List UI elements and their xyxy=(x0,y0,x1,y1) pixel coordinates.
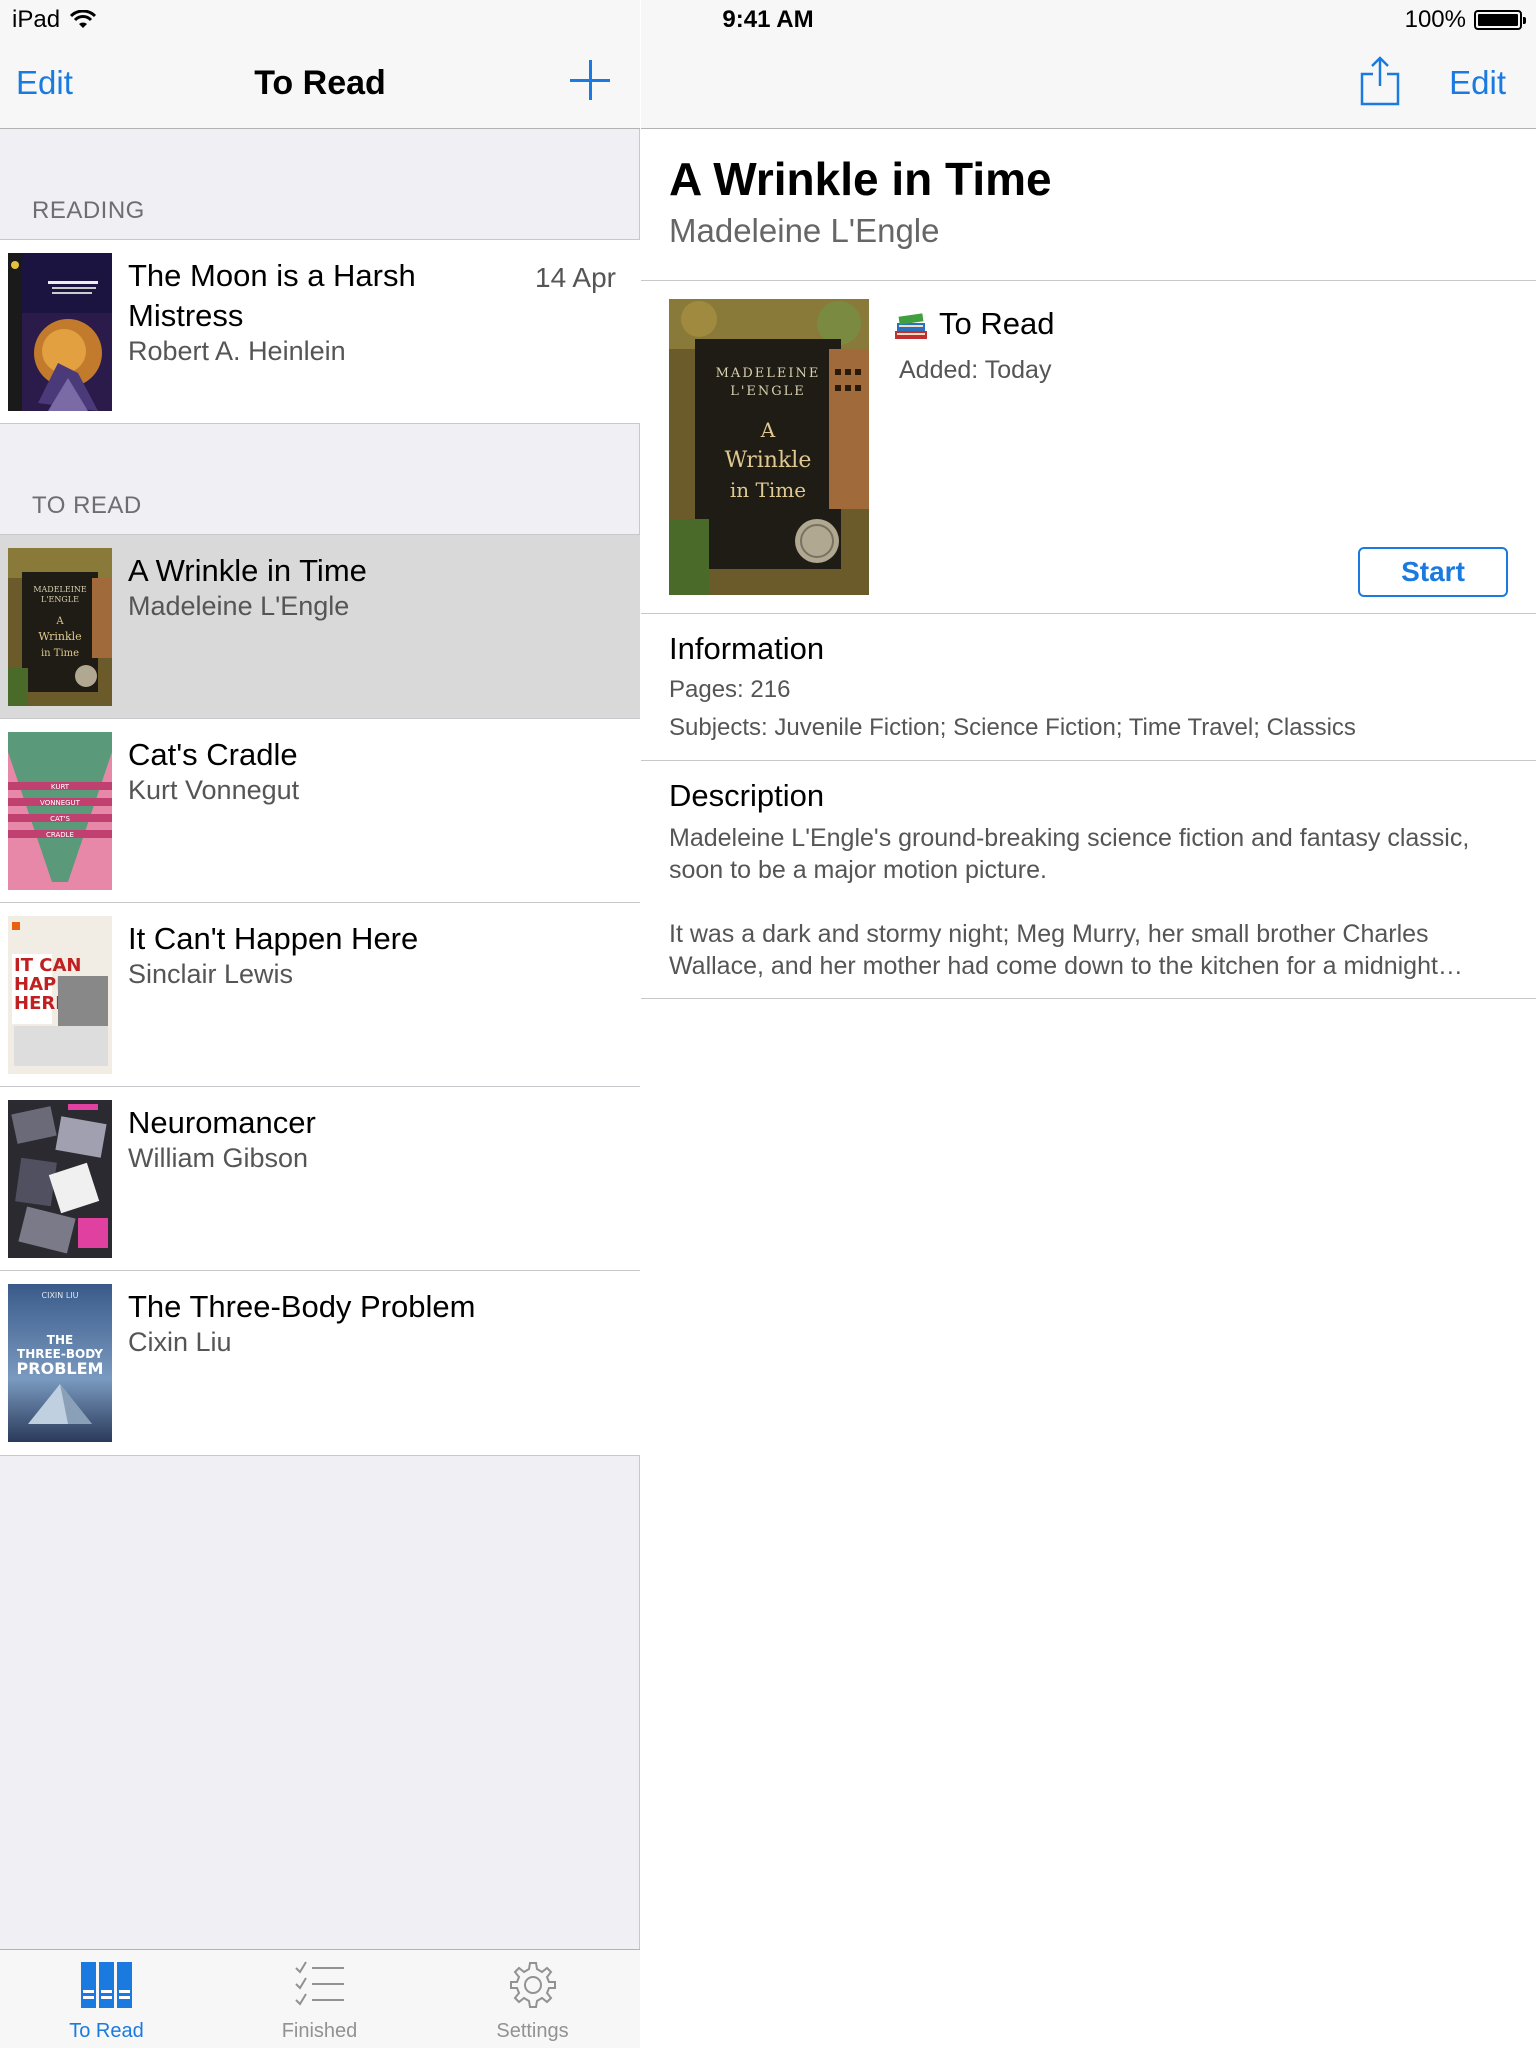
checklist-icon xyxy=(294,1961,344,2006)
master-pane: Edit To Read READING The Moon is a Harsh… xyxy=(0,0,640,2048)
divider xyxy=(641,760,1536,761)
svg-text:VONNEGUT: VONNEGUT xyxy=(40,799,81,807)
svg-text:L'ENGLE: L'ENGLE xyxy=(41,595,79,604)
pages-count: Pages: 216 xyxy=(669,676,791,703)
books-emoji-icon xyxy=(895,313,927,339)
book-cover: CIXIN LIU THE THREE-BODY PROBLEM xyxy=(8,1284,112,1442)
table-row[interactable]: The Moon is a Harsh Mistress Robert A. H… xyxy=(0,240,640,423)
reading-status: To Read xyxy=(893,306,1054,342)
book-author: Madeleine L'Engle xyxy=(669,212,940,249)
book-author: Cixin Liu xyxy=(128,1327,232,1357)
cover-author-line2: L'ENGLE xyxy=(730,384,806,399)
cover-title-line3: in Time xyxy=(730,478,806,502)
battery-icon xyxy=(1474,10,1526,30)
book-author: Kurt Vonnegut xyxy=(128,775,300,805)
section-header-reading: READING xyxy=(32,197,145,224)
book-cover: KURT VONNEGUT CAT'S CRADLE xyxy=(8,732,112,890)
book-cover: MADELEINE L'ENGLE A Wrinkle in Time xyxy=(8,548,112,706)
status-bar: iPad 9:41 AM 100% xyxy=(0,0,1536,40)
added-date: Added: Today xyxy=(899,356,1052,384)
table-row[interactable]: Neuromancer William Gibson xyxy=(0,1087,640,1271)
share-icon[interactable] xyxy=(1360,56,1400,106)
tab-label: Finished xyxy=(281,2020,358,2042)
books-icon xyxy=(80,1962,132,2008)
svg-text:PROBLEM: PROBLEM xyxy=(17,1359,104,1378)
svg-text:IT CAN: IT CAN xyxy=(14,955,81,976)
add-book-icon[interactable] xyxy=(570,60,610,100)
book-title: Cat's Cradle xyxy=(128,737,298,772)
cover-title-line1: A xyxy=(760,418,776,442)
description-paragraph-1: Madeleine L'Engle's ground-breaking scie… xyxy=(669,824,1470,884)
book-author: Sinclair Lewis xyxy=(128,959,294,989)
tab-finished[interactable]: Finished xyxy=(213,1950,426,2048)
description-heading: Description xyxy=(669,778,825,813)
start-button[interactable]: Start xyxy=(1358,547,1508,597)
gear-icon xyxy=(509,1962,556,2008)
battery-percent: 100% xyxy=(1404,6,1466,33)
svg-text:A: A xyxy=(55,616,64,627)
book-title: It Can't Happen Here xyxy=(128,921,419,956)
cover-author-line1: MADELEINE xyxy=(716,366,821,381)
detail-pane: Edit A Wrinkle in Time Madeleine L'Engle… xyxy=(641,0,1536,2048)
tab-label: To Read xyxy=(69,2020,144,2042)
book-cover xyxy=(8,253,112,411)
edit-book-button[interactable]: Edit xyxy=(1449,64,1506,102)
clock: 9:41 AM xyxy=(722,6,814,33)
svg-text:THE: THE xyxy=(47,1333,73,1347)
svg-text:Wrinkle: Wrinkle xyxy=(38,630,81,643)
book-cover: IT CAN HAPPEN HERE xyxy=(8,916,112,1074)
svg-text:CAT'S: CAT'S xyxy=(50,815,70,823)
svg-text:KURT: KURT xyxy=(51,783,70,791)
book-title: The Three-Body Problem xyxy=(128,1289,476,1324)
book-author: Robert A. Heinlein xyxy=(128,336,346,366)
divider xyxy=(641,613,1536,614)
book-title: Neuromancer xyxy=(128,1105,316,1140)
book-cover-large: MADELEINE L'ENGLE A Wrinkle in Time xyxy=(669,299,869,595)
description-paragraph-2: It was a dark and stormy night; Meg Murr… xyxy=(669,920,1463,980)
page-title: To Read xyxy=(254,64,386,102)
book-title: A Wrinkle in Time xyxy=(128,553,367,588)
tab-to-read[interactable]: To Read xyxy=(0,1950,213,2048)
divider xyxy=(641,998,1536,999)
to-read-list: MADELEINE L'ENGLE A Wrinkle in Time A Wr… xyxy=(0,534,640,1456)
section-header-to-read: TO READ xyxy=(32,492,142,519)
reading-list: The Moon is a Harsh Mistress Robert A. H… xyxy=(0,239,640,424)
subjects-list: Subjects: Juvenile Fiction; Science Fict… xyxy=(669,714,1356,741)
book-cover xyxy=(8,1100,112,1258)
book-author: William Gibson xyxy=(128,1143,309,1173)
started-date: 14 Apr xyxy=(535,262,616,293)
table-row[interactable]: KURT VONNEGUT CAT'S CRADLE Cat's Cradle … xyxy=(0,719,640,903)
cover-title-line2: Wrinkle xyxy=(725,448,812,473)
tab-label: Settings xyxy=(496,2020,569,2042)
svg-text:CRADLE: CRADLE xyxy=(46,831,74,839)
table-row[interactable]: MADELEINE L'ENGLE A Wrinkle in Time A Wr… xyxy=(0,535,640,719)
svg-text:MADELEINE: MADELEINE xyxy=(33,585,87,594)
book-title: A Wrinkle in Time xyxy=(669,153,1052,205)
svg-text:CIXIN LIU: CIXIN LIU xyxy=(42,1291,79,1300)
tab-bar: To Read Finished Settings xyxy=(0,1949,640,2048)
table-row[interactable]: IT CAN HAPPEN HERE It Can't Happen Here … xyxy=(0,903,640,1087)
divider xyxy=(641,280,1536,281)
svg-text:in Time: in Time xyxy=(41,648,79,659)
book-title: The Moon is a Harsh Mistress xyxy=(128,258,416,333)
table-row[interactable]: CIXIN LIU THE THREE-BODY PROBLEM The Thr… xyxy=(0,1271,640,1455)
information-heading: Information xyxy=(669,631,825,666)
status-text: To Read xyxy=(939,306,1055,341)
tab-settings[interactable]: Settings xyxy=(426,1950,639,2048)
book-author: Madeleine L'Engle xyxy=(128,591,350,621)
